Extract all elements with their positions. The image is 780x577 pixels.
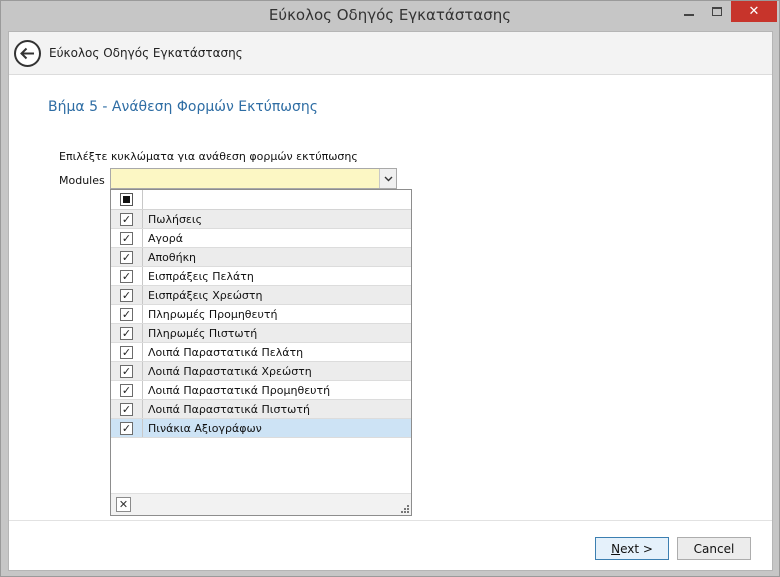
list-item-label: Αγορά	[148, 232, 183, 245]
list-item[interactable]: ✓ Πληρωμές Προμηθευτή	[111, 305, 411, 324]
chevron-down-icon	[384, 176, 392, 181]
minimize-icon	[684, 13, 694, 16]
resize-grip-icon[interactable]	[401, 505, 409, 513]
item-checkbox[interactable]: ✓	[120, 383, 133, 397]
list-item-label: Εισπράξεις Πελάτη	[148, 270, 254, 283]
list-footer: ✕	[111, 493, 411, 515]
close-icon: ✕	[118, 498, 129, 511]
checkbox-cell: ✓	[111, 267, 143, 285]
check-icon: ✓	[121, 250, 132, 264]
checkbox-cell: ✓	[111, 305, 143, 323]
item-checkbox[interactable]: ✓	[120, 269, 133, 283]
item-checkbox[interactable]: ✓	[120, 250, 133, 264]
list-item[interactable]: ✓ Λοιπά Παραστατικά Προμηθευτή	[111, 381, 411, 400]
list-item-label: Πωλήσεις	[148, 213, 203, 226]
minimize-button[interactable]	[678, 1, 700, 22]
step-title: Βήμα 5 - Ανάθεση Φορμών Εκτύπωσης	[48, 99, 318, 115]
checkbox-cell: ✓	[111, 400, 143, 418]
list-item[interactable]: ✓ Εισπράξεις Χρεώστη	[111, 286, 411, 305]
check-icon: ✓	[121, 326, 132, 340]
list-item[interactable]: ✓ Αγορά	[111, 229, 411, 248]
cancel-button[interactable]: Cancel	[677, 537, 751, 560]
next-button[interactable]: Next >	[595, 537, 669, 560]
check-icon: ✓	[121, 307, 132, 321]
list-item[interactable]: ✓ Πωλήσεις	[111, 210, 411, 229]
item-checkbox[interactable]: ✓	[120, 231, 133, 245]
clear-selection-button[interactable]: ✕	[116, 497, 131, 512]
list-item[interactable]: ✓ Εισπράξεις Πελάτη	[111, 267, 411, 286]
list-item[interactable]: ✓ Λοιπά Παραστατικά Πιστωτή	[111, 400, 411, 419]
list-item-selected[interactable]: ✓ Πινάκια Αξιογράφων	[111, 419, 411, 438]
next-mnemonic: N	[611, 541, 621, 556]
check-icon: ✓	[121, 231, 132, 245]
modules-combo[interactable]	[110, 168, 397, 189]
footer-divider	[9, 520, 772, 521]
check-icon: ✓	[121, 421, 132, 435]
list-item-label: Πινάκια Αξιογράφων	[148, 422, 262, 435]
indeterminate-icon	[123, 196, 130, 203]
checkbox-cell: ✓	[111, 248, 143, 266]
wizard-header: Εύκολος Οδηγός Εγκατάστασης	[9, 32, 772, 75]
instruction-text: Επιλέξτε κυκλώματα για ανάθεση φορμών εκ…	[59, 150, 358, 163]
list-item[interactable]: ✓ Πληρωμές Πιστωτή	[111, 324, 411, 343]
item-checkbox[interactable]: ✓	[120, 402, 133, 416]
list-header	[111, 190, 411, 210]
list-item-label: Εισπράξεις Χρεώστη	[148, 289, 263, 302]
checkbox-cell: ✓	[111, 324, 143, 342]
list-item-label: Λοιπά Παραστατικά Πιστωτή	[148, 403, 310, 416]
back-button[interactable]	[14, 40, 41, 67]
maximize-button[interactable]	[706, 1, 728, 22]
list-item-label: Πληρωμές Πιστωτή	[148, 327, 258, 340]
arrow-left-icon	[20, 47, 34, 60]
select-all-cell	[111, 190, 143, 209]
check-icon: ✓	[121, 269, 132, 283]
item-checkbox[interactable]: ✓	[120, 345, 133, 359]
item-checkbox[interactable]: ✓	[120, 307, 133, 321]
item-checkbox[interactable]: ✓	[120, 288, 133, 302]
item-checkbox[interactable]: ✓	[120, 364, 133, 378]
check-icon: ✓	[121, 402, 132, 416]
list-item-label: Λοιπά Παραστατικά Προμηθευτή	[148, 384, 331, 397]
close-button[interactable]: ✕	[731, 1, 777, 22]
close-icon: ✕	[748, 4, 760, 19]
installer-window: Εύκολος Οδηγός Εγκατάστασης ✕ Εύκολος Οδ…	[0, 0, 780, 577]
list-item-label: Αποθήκη	[148, 251, 197, 264]
checkbox-cell: ✓	[111, 381, 143, 399]
list-item-label: Πληρωμές Προμηθευτή	[148, 308, 278, 321]
maximize-icon	[712, 7, 722, 16]
next-label: ext >	[620, 541, 653, 556]
checkbox-cell: ✓	[111, 210, 143, 228]
checkbox-cell: ✓	[111, 419, 143, 437]
check-icon: ✓	[121, 212, 132, 226]
checkbox-cell: ✓	[111, 229, 143, 247]
list-item-label: Λοιπά Παραστατικά Πελάτη	[148, 346, 304, 359]
checkbox-cell: ✓	[111, 286, 143, 304]
checkbox-cell: ✓	[111, 362, 143, 380]
list-item[interactable]: ✓ Λοιπά Παραστατικά Πελάτη	[111, 343, 411, 362]
combo-dropdown-button[interactable]	[379, 169, 396, 188]
check-icon: ✓	[121, 288, 132, 302]
title-bar: Εύκολος Οδηγός Εγκατάστασης ✕	[1, 1, 779, 31]
list-item[interactable]: ✓ Λοιπά Παραστατικά Χρεώστη	[111, 362, 411, 381]
checkbox-cell: ✓	[111, 343, 143, 361]
check-icon: ✓	[121, 345, 132, 359]
window-title: Εύκολος Οδηγός Εγκατάστασης	[268, 6, 512, 24]
list-item[interactable]: ✓ Αποθήκη	[111, 248, 411, 267]
check-icon: ✓	[121, 383, 132, 397]
item-checkbox[interactable]: ✓	[120, 326, 133, 340]
modules-dropdown-list: ✓ Πωλήσεις ✓ Αγορά ✓ Αποθήκη ✓ Εισπράξει…	[110, 189, 412, 516]
item-checkbox[interactable]: ✓	[120, 212, 133, 226]
select-all-checkbox[interactable]	[120, 193, 133, 206]
item-checkbox[interactable]: ✓	[120, 421, 133, 435]
modules-label: Modules	[59, 174, 105, 187]
list-item-label: Λοιπά Παραστατικά Χρεώστη	[148, 365, 312, 378]
wizard-content: Εύκολος Οδηγός Εγκατάστασης Βήμα 5 - Ανά…	[8, 31, 773, 571]
check-icon: ✓	[121, 364, 132, 378]
header-title: Εύκολος Οδηγός Εγκατάστασης	[49, 46, 243, 60]
